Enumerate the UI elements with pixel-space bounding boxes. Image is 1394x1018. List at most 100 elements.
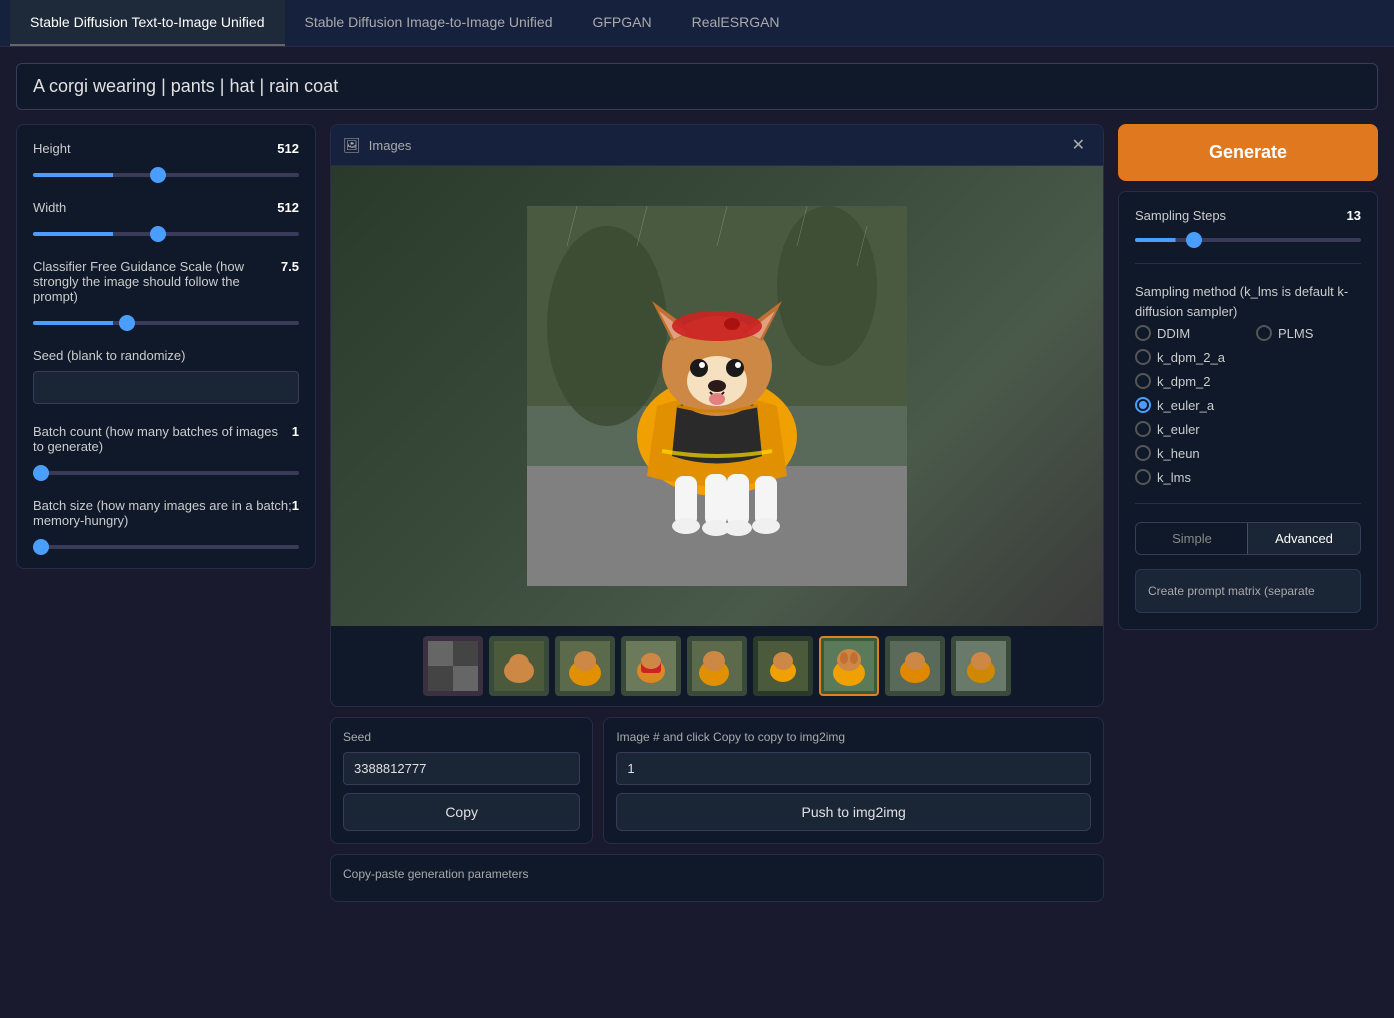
thumbnails-row bbox=[331, 626, 1103, 706]
generate-button[interactable]: Generate bbox=[1118, 124, 1378, 181]
tab-simple[interactable]: Simple bbox=[1136, 523, 1248, 554]
radio-circle-k-dpm-2-a bbox=[1135, 349, 1151, 365]
thumbnail-3[interactable] bbox=[555, 636, 615, 696]
radio-plms[interactable]: PLMS bbox=[1256, 325, 1361, 341]
batch-count-group: Batch count (how many batches of images … bbox=[33, 424, 299, 478]
batch-size-label: Batch size (how many images are in a bat… bbox=[33, 498, 292, 528]
radio-circle-k-euler-a bbox=[1135, 397, 1151, 413]
width-label: Width bbox=[33, 200, 66, 215]
prompt-container bbox=[16, 63, 1378, 110]
radio-circle-k-dpm-2 bbox=[1135, 373, 1151, 389]
copy-section-label: Image # and click Copy to copy to img2im… bbox=[616, 730, 1091, 744]
seed-label: Seed (blank to randomize) bbox=[33, 348, 185, 363]
width-slider[interactable] bbox=[33, 232, 299, 236]
cfg-slider[interactable] bbox=[33, 321, 299, 325]
create-prompt-box: Create prompt matrix (separate bbox=[1135, 569, 1361, 613]
radio-circle-plms bbox=[1256, 325, 1272, 341]
thumbnail-9[interactable] bbox=[951, 636, 1011, 696]
seed-section: Seed Copy bbox=[330, 717, 593, 844]
batch-size-slider[interactable] bbox=[33, 545, 299, 549]
push-to-img2img-button[interactable]: Push to img2img bbox=[616, 793, 1091, 831]
content-area: Height 512 Width 512 Classifier Free Gui… bbox=[16, 124, 1378, 902]
sampling-method-options: DDIM PLMS k_dpm_2_a bbox=[1135, 325, 1361, 485]
sampling-method-label: Sampling method (k_lms is default k-diff… bbox=[1135, 282, 1361, 321]
radio-k-heun-label: k_heun bbox=[1157, 446, 1200, 461]
radio-k-dpm-2-a[interactable]: k_dpm_2_a bbox=[1135, 349, 1361, 365]
radio-circle-ddim bbox=[1135, 325, 1151, 341]
sampling-steps-group: Sampling Steps 13 bbox=[1135, 208, 1361, 245]
mode-tabs: Simple Advanced bbox=[1135, 522, 1361, 555]
radio-k-dpm-2-label: k_dpm_2 bbox=[1157, 374, 1210, 389]
close-image-button[interactable]: ✕ bbox=[1066, 133, 1091, 157]
batch-count-label: Batch count (how many batches of images … bbox=[33, 424, 292, 454]
thumbnail-4[interactable] bbox=[621, 636, 681, 696]
sampling-steps-slider[interactable] bbox=[1135, 238, 1361, 242]
copy-params-label: Copy-paste generation parameters bbox=[343, 867, 1091, 881]
thumbnail-1[interactable] bbox=[423, 636, 483, 696]
radio-k-lms-label: k_lms bbox=[1157, 470, 1191, 485]
height-group: Height 512 bbox=[33, 141, 299, 180]
right-settings: Sampling Steps 13 Sampling method (k_lms… bbox=[1118, 191, 1378, 630]
image-icon: 🖼 bbox=[343, 137, 361, 154]
prompt-input[interactable] bbox=[33, 76, 1361, 97]
tab-bar: Stable Diffusion Text-to-Image Unified S… bbox=[0, 0, 1394, 47]
cfg-label: Classifier Free Guidance Scale (how stro… bbox=[33, 259, 281, 304]
radio-k-euler-a-label: k_euler_a bbox=[1157, 398, 1214, 413]
sampling-method-group: Sampling method (k_lms is default k-diff… bbox=[1135, 282, 1361, 485]
middle-panel: 🖼 Images ✕ bbox=[330, 124, 1104, 902]
radio-k-euler-a[interactable]: k_euler_a bbox=[1135, 397, 1361, 413]
height-slider[interactable] bbox=[33, 173, 299, 177]
copy-params-section: Copy-paste generation parameters bbox=[330, 854, 1104, 902]
radio-ddim-label: DDIM bbox=[1157, 326, 1190, 341]
image-display: 🖼 Images ✕ bbox=[330, 124, 1104, 707]
tab-txt2img[interactable]: Stable Diffusion Text-to-Image Unified bbox=[10, 0, 285, 46]
radio-plms-label: PLMS bbox=[1278, 326, 1313, 341]
bottom-controls: Seed Copy Image # and click Copy to copy… bbox=[330, 717, 1104, 844]
tab-gfpgan[interactable]: GFPGAN bbox=[572, 0, 671, 46]
seed-input[interactable] bbox=[33, 371, 299, 404]
thumbnail-5[interactable] bbox=[687, 636, 747, 696]
batch-count-slider[interactable] bbox=[33, 471, 299, 475]
radio-k-euler-label: k_euler bbox=[1157, 422, 1200, 437]
sampling-steps-value: 13 bbox=[1347, 208, 1361, 223]
thumbnail-6[interactable] bbox=[753, 636, 813, 696]
seed-value-display[interactable] bbox=[343, 752, 580, 785]
radio-circle-k-euler bbox=[1135, 421, 1151, 437]
tab-realesrgan[interactable]: RealESRGAN bbox=[672, 0, 800, 46]
width-value: 512 bbox=[277, 200, 299, 215]
radio-row-1: DDIM PLMS bbox=[1135, 325, 1361, 341]
seed-section-label: Seed bbox=[343, 730, 580, 744]
cfg-value: 7.5 bbox=[281, 259, 299, 304]
seed-group: Seed (blank to randomize) bbox=[33, 348, 299, 404]
radio-k-dpm-2[interactable]: k_dpm_2 bbox=[1135, 373, 1361, 389]
left-panel: Height 512 Width 512 Classifier Free Gui… bbox=[16, 124, 316, 569]
radio-circle-k-lms bbox=[1135, 469, 1151, 485]
radio-k-lms[interactable]: k_lms bbox=[1135, 469, 1361, 485]
radio-k-dpm-2-a-label: k_dpm_2_a bbox=[1157, 350, 1225, 365]
image-header-left: 🖼 Images bbox=[343, 137, 411, 154]
radio-k-heun[interactable]: k_heun bbox=[1135, 445, 1361, 461]
right-panel: Generate Sampling Steps 13 Sampling meth… bbox=[1118, 124, 1378, 630]
radio-circle-k-heun bbox=[1135, 445, 1151, 461]
main-image-area bbox=[331, 166, 1103, 626]
height-value: 512 bbox=[277, 141, 299, 156]
thumbnail-2[interactable] bbox=[489, 636, 549, 696]
radio-ddim[interactable]: DDIM bbox=[1135, 325, 1240, 341]
radio-k-euler[interactable]: k_euler bbox=[1135, 421, 1361, 437]
thumbnail-7[interactable] bbox=[819, 636, 879, 696]
images-tab-label[interactable]: Images bbox=[369, 138, 412, 153]
tab-img2img[interactable]: Stable Diffusion Image-to-Image Unified bbox=[285, 0, 573, 46]
height-label: Height bbox=[33, 141, 71, 156]
copy-value-input[interactable] bbox=[616, 752, 1091, 785]
thumbnail-8[interactable] bbox=[885, 636, 945, 696]
corgi-illustration bbox=[527, 206, 907, 586]
copy-button[interactable]: Copy bbox=[343, 793, 580, 831]
batch-count-value: 1 bbox=[292, 424, 299, 454]
batch-size-group: Batch size (how many images are in a bat… bbox=[33, 498, 299, 552]
tab-advanced[interactable]: Advanced bbox=[1247, 522, 1361, 555]
copy-section: Image # and click Copy to copy to img2im… bbox=[603, 717, 1104, 844]
main-container: Height 512 Width 512 Classifier Free Gui… bbox=[0, 47, 1394, 918]
image-header: 🖼 Images ✕ bbox=[331, 125, 1103, 166]
batch-size-value: 1 bbox=[292, 498, 299, 528]
cfg-group: Classifier Free Guidance Scale (how stro… bbox=[33, 259, 299, 328]
